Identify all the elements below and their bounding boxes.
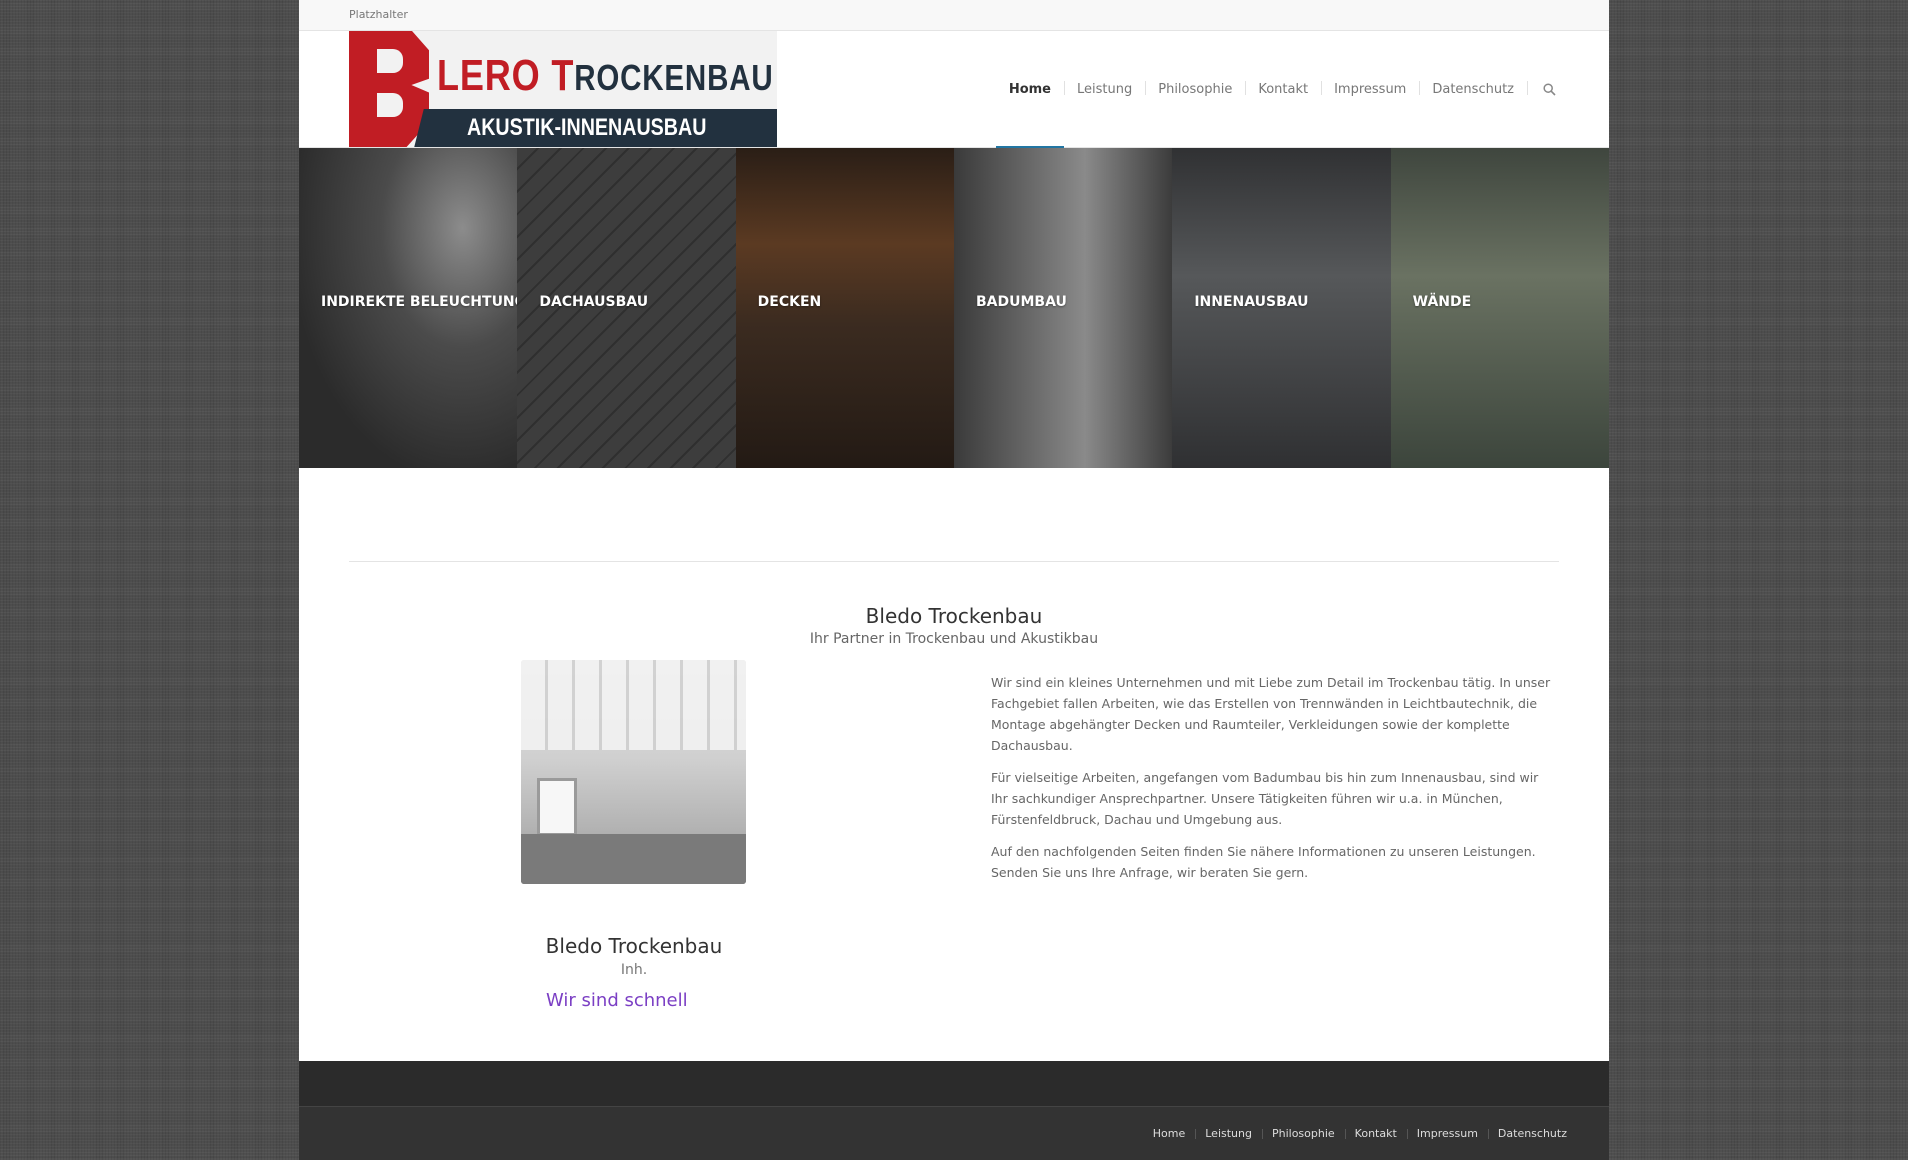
intro-title: Bledo Trockenbau bbox=[865, 604, 1043, 628]
tile-waende[interactable]: WÄNDE bbox=[1390, 148, 1609, 468]
site-logo[interactable]: LERO TROCKENBAU AKUSTIK-INNENAUSBAU bbox=[349, 31, 777, 147]
search-button[interactable] bbox=[1527, 31, 1569, 147]
tile-dachausbau[interactable]: DACHAUSBAU bbox=[517, 148, 736, 468]
copy-paragraph: Für vielseitige Arbeiten, angefangen vom… bbox=[991, 770, 1539, 827]
top-bar: Platzhalter bbox=[299, 0, 1609, 31]
logo-word-2-initial: T bbox=[551, 51, 575, 100]
page-container: Platzhalter LERO TROCKENBAU AKUSTIK-INNE… bbox=[299, 0, 1609, 1160]
tile-decken[interactable]: DECKEN bbox=[735, 148, 954, 468]
logo-letter-b bbox=[349, 31, 429, 147]
tile-badumbau[interactable]: BADUMBAU bbox=[953, 148, 1173, 468]
tile-innenausbau[interactable]: INNENAUSBAU bbox=[1172, 148, 1391, 468]
copy-paragraph: Wir sind ein kleines Unternehmen und mit… bbox=[991, 675, 1551, 753]
tile-label: DACHAUSBAU bbox=[539, 294, 649, 310]
footer-link-philosophie[interactable]: Philosophie bbox=[1261, 1127, 1345, 1140]
tile-label: INDIREKTE BELEUCHTUNG bbox=[321, 294, 518, 310]
tile-indirekte-beleuchtung[interactable]: INDIREKTE BELEUCHTUNG bbox=[299, 148, 518, 468]
profile-role: Inh. bbox=[620, 962, 648, 978]
logo-wordmark: LERO TROCKENBAU bbox=[437, 51, 773, 101]
service-tiles: INDIREKTE BELEUCHTUNG DACHAUSBAU DECKEN … bbox=[299, 148, 1609, 468]
footer-link-datenschutz[interactable]: Datenschutz bbox=[1487, 1127, 1577, 1140]
photo-window bbox=[537, 778, 577, 836]
nav-item-philosophie[interactable]: Philosophie bbox=[1145, 31, 1245, 147]
site-header: LERO TROCKENBAU AKUSTIK-INNENAUSBAU Home… bbox=[299, 31, 1609, 148]
logo-word-1: LERO bbox=[437, 51, 552, 100]
profile-slogan: Wir sind schnell bbox=[546, 990, 688, 1011]
nav-item-impressum[interactable]: Impressum bbox=[1321, 31, 1419, 147]
photo-floor bbox=[521, 834, 746, 884]
tile-label: DECKEN bbox=[757, 294, 822, 310]
footer-socket: Home Leistung Philosophie Kontakt Impres… bbox=[299, 1106, 1609, 1160]
footer-link-leistung[interactable]: Leistung bbox=[1195, 1127, 1262, 1140]
profile-name: Bledo Trockenbau bbox=[545, 934, 723, 958]
nav-item-datenschutz[interactable]: Datenschutz bbox=[1419, 31, 1527, 147]
footer-link-kontakt[interactable]: Kontakt bbox=[1344, 1127, 1407, 1140]
top-bar-text: Platzhalter bbox=[349, 8, 408, 21]
logo-word-2-rest: ROCKENBAU bbox=[574, 57, 774, 98]
footer bbox=[299, 1061, 1609, 1106]
nav-item-home[interactable]: Home bbox=[995, 31, 1065, 148]
tile-label: INNENAUSBAU bbox=[1194, 294, 1309, 310]
photo-ceiling bbox=[521, 660, 746, 750]
nav-item-leistung[interactable]: Leistung bbox=[1064, 31, 1145, 147]
main-nav: Home Leistung Philosophie Kontakt Impres… bbox=[995, 31, 1569, 148]
search-icon bbox=[1543, 82, 1556, 96]
footer-link-impressum[interactable]: Impressum bbox=[1406, 1127, 1488, 1140]
footer-nav: Home Leistung Philosophie Kontakt Impres… bbox=[1143, 1127, 1577, 1140]
tile-label: BADUMBAU bbox=[975, 294, 1067, 310]
intro-copy: Wir sind ein kleines Unternehmen und mit… bbox=[991, 672, 1551, 894]
intro-subtitle: Ihr Partner in Trockenbau und Akustikbau bbox=[809, 631, 1099, 647]
team-photo bbox=[521, 660, 746, 884]
tile-label: WÄNDE bbox=[1412, 294, 1472, 310]
logo-tagline: AKUSTIK-INNENAUSBAU bbox=[467, 114, 707, 141]
copy-paragraph: Auf den nachfolgenden Seiten finden Sie … bbox=[991, 844, 1536, 880]
nav-item-kontakt[interactable]: Kontakt bbox=[1245, 31, 1321, 147]
section-divider bbox=[349, 561, 1559, 562]
footer-link-home[interactable]: Home bbox=[1143, 1127, 1195, 1140]
